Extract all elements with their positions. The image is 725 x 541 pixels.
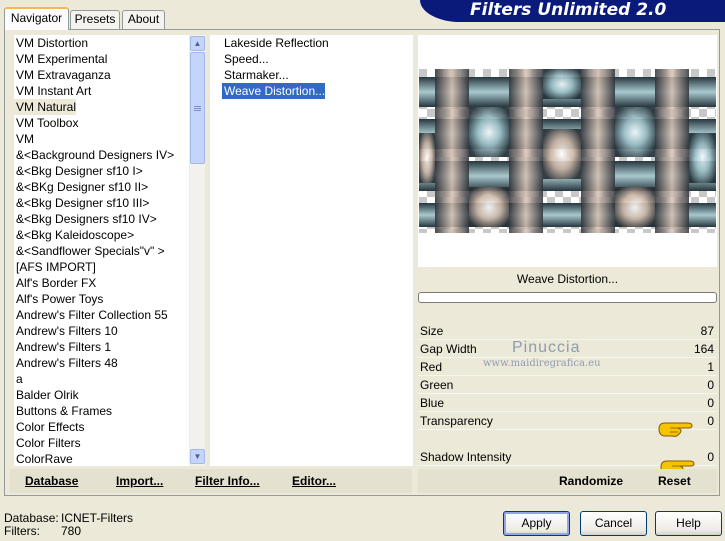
filter-list[interactable]: Lakeside Reflection Speed... Starmaker... W…: [210, 35, 413, 466]
category-list-item[interactable]: VM: [14, 131, 34, 147]
watermark-site: www.maidiregrafica.eu: [483, 358, 601, 369]
scrollbar-thumb[interactable]: [190, 52, 205, 164]
parameter-label: Red: [420, 360, 443, 374]
randomize-button[interactable]: Randomize: [559, 474, 623, 488]
parameter-row[interactable]: Green 0: [418, 376, 717, 394]
database-value: ICNET-Filters: [61, 511, 133, 525]
filter-list-item[interactable]: Speed...: [222, 51, 269, 67]
parameter-label: Gap Width: [420, 342, 477, 356]
category-list-item[interactable]: VM Experimental: [14, 51, 107, 67]
category-list-item[interactable]: &<Sandflower Specials"v" >: [14, 243, 165, 259]
category-list-item[interactable]: &<Bkg Kaleidoscope>: [14, 227, 134, 243]
category-list-item[interactable]: Color Filters: [14, 435, 81, 451]
category-list-item[interactable]: Alf's Power Toys: [14, 291, 103, 307]
category-list-item[interactable]: Color Effects: [14, 419, 84, 435]
parameter-label: Blue: [420, 396, 445, 410]
tab-navigator[interactable]: Navigator: [4, 7, 69, 30]
parameter-value[interactable]: 1: [707, 358, 714, 376]
database-button[interactable]: Database: [25, 474, 78, 488]
parameter-value[interactable]: 0: [707, 376, 714, 394]
category-list-item[interactable]: &<Background Designers IV>: [14, 147, 174, 163]
filters-value: 780: [61, 524, 82, 538]
parameter-value[interactable]: 87: [701, 322, 714, 340]
apply-button[interactable]: Apply: [503, 511, 570, 536]
category-list-item[interactable]: VM Toolbox: [14, 115, 78, 131]
tab-presets[interactable]: Presets: [70, 10, 120, 29]
category-list-item[interactable]: ColorRave: [14, 451, 73, 466]
category-scrollbar[interactable]: ▲ ▼: [189, 35, 205, 466]
parameter-label: Shadow Intensity: [420, 450, 512, 464]
app-title: Filters Unlimited 2.0: [470, 0, 667, 20]
category-list-item[interactable]: &<Bkg Designer sf10 III>: [14, 195, 149, 211]
parameter-value[interactable]: 164: [694, 340, 714, 358]
parameter-value[interactable]: 0: [707, 394, 714, 412]
parameter-value[interactable]: 0: [707, 412, 714, 430]
help-button[interactable]: Help: [655, 511, 722, 536]
category-list-item[interactable]: Andrew's Filters 10: [14, 323, 118, 339]
filter-list-item[interactable]: Starmaker...: [222, 67, 289, 83]
parameter-label: Transparency: [420, 414, 493, 428]
import-button[interactable]: Import...: [116, 474, 163, 488]
selected-filter-name: Weave Distortion...: [418, 270, 717, 289]
progress-bar: [418, 292, 717, 303]
category-list-item[interactable]: Buttons & Frames: [14, 403, 112, 419]
reset-button[interactable]: Reset: [658, 474, 691, 488]
category-list-item[interactable]: a: [14, 371, 23, 387]
category-list[interactable]: VM Distortion VM Experimental VM Extravaga…: [14, 35, 189, 466]
filter-info-button[interactable]: Filter Info...: [195, 474, 260, 488]
pointing-hand-icon: [658, 422, 693, 437]
tab-about[interactable]: About: [122, 10, 165, 29]
category-list-item[interactable]: VM Instant Art: [14, 83, 91, 99]
category-list-item[interactable]: Alf's Border FX: [14, 275, 96, 291]
scroll-up-arrow-icon[interactable]: ▲: [190, 36, 205, 51]
category-list-item[interactable]: VM Distortion: [14, 35, 88, 51]
category-list-item[interactable]: &<Bkg Designer sf10 I>: [14, 163, 143, 179]
filter-list-item[interactable]: Weave Distortion...: [222, 83, 326, 99]
cancel-button[interactable]: Cancel: [580, 511, 647, 536]
category-list-item[interactable]: VM Natural: [14, 99, 77, 115]
parameter-row[interactable]: Size 87: [418, 322, 717, 340]
scroll-down-arrow-icon[interactable]: ▼: [190, 449, 205, 464]
category-list-item[interactable]: Balder Olrik: [14, 387, 79, 403]
category-list-item[interactable]: Andrew's Filter Collection 55: [14, 307, 168, 323]
editor-button[interactable]: Editor...: [292, 474, 336, 488]
filters-label: Filters:: [4, 524, 40, 538]
category-list-item[interactable]: [AFS IMPORT]: [14, 259, 96, 275]
parameter-row[interactable]: Blue 0: [418, 394, 717, 412]
parameter-value[interactable]: 0: [707, 448, 714, 466]
category-list-item[interactable]: Andrew's Filters 1: [14, 339, 111, 355]
category-list-item[interactable]: &<Bkg Designers sf10 IV>: [14, 211, 157, 227]
watermark-name: Pinuccia: [512, 339, 581, 356]
category-list-item[interactable]: VM Extravaganza: [14, 67, 111, 83]
parameter-label: Green: [420, 378, 454, 392]
database-label: Database:: [4, 511, 59, 525]
category-list-item[interactable]: &<BKg Designer sf10 II>: [14, 179, 148, 195]
filter-list-item[interactable]: Lakeside Reflection: [222, 35, 329, 51]
parameter-label: Size: [420, 324, 444, 338]
category-list-item[interactable]: Andrew's Filters 48: [14, 355, 118, 371]
preview-image: [419, 69, 716, 233]
